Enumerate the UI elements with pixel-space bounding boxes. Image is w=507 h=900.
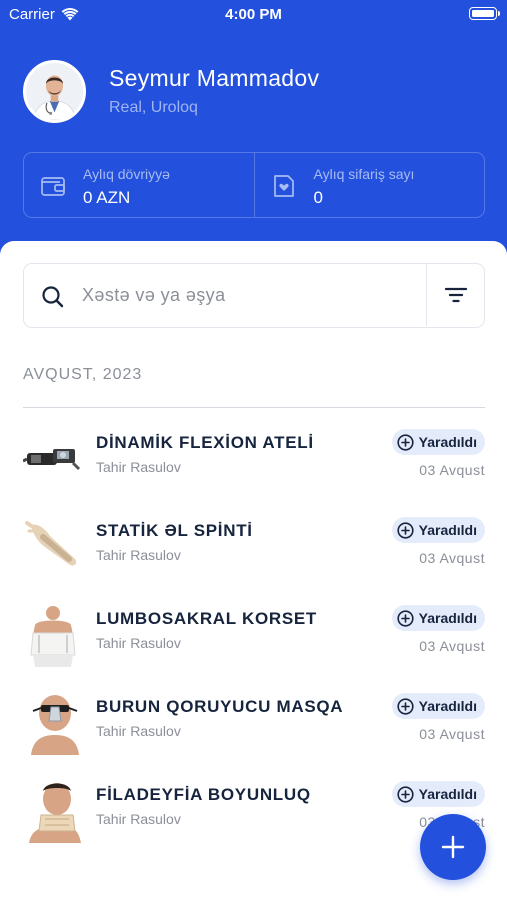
heart-document-icon — [273, 175, 294, 197]
item-patient: Tahir Rasulov — [96, 547, 181, 563]
product-image-lumbosacral-corset — [23, 605, 83, 667]
section-divider — [23, 407, 485, 408]
item-date: 03 Avqust — [419, 462, 485, 478]
item-patient: Tahir Rasulov — [96, 635, 181, 651]
status-badge: Yaradıldı — [391, 429, 485, 455]
status-label: Yaradıldı — [418, 522, 477, 538]
search-divider — [426, 264, 427, 326]
item-title: STATİK ƏL SPİNTİ — [96, 521, 253, 540]
product-image-cervical-collar — [23, 781, 83, 843]
item-title: FİLADEYFİA BOYUNLUQ — [96, 785, 311, 804]
status-bar: Carrier 4:00 PM — [0, 0, 507, 28]
search-icon — [42, 286, 64, 308]
status-badge: Yaradıldı — [391, 517, 485, 543]
item-date: 03 Avqust — [419, 638, 485, 654]
profile-role: Real, Uroloq — [109, 99, 198, 116]
item-patient: Tahir Rasulov — [96, 723, 181, 739]
order-list-item[interactable]: BURUN QORUYUCU MASQA Tahir Rasulov Yarad… — [0, 693, 507, 781]
stat-label: Aylıq dövriyyə — [83, 166, 170, 182]
status-label: Yaradıldı — [418, 698, 477, 714]
status-badge: Yaradıldı — [391, 605, 485, 631]
order-list-item[interactable]: DİNAMİK FLEXİON ATELİ Tahir Rasulov Yara… — [0, 429, 507, 517]
clock: 4:00 PM — [225, 6, 282, 23]
status-label: Yaradıldı — [418, 610, 477, 626]
search-bar[interactable]: Xəstə və ya əşya — [23, 263, 485, 328]
status-label: Yaradıldı — [418, 786, 477, 802]
item-title: LUMBOSAKRAL KORSET — [96, 609, 318, 628]
orders-sheet: Xəstə və ya əşya AVQUST, 2023 DİNAMİK FL… — [0, 241, 507, 900]
item-date: 03 Avqust — [419, 550, 485, 566]
search-input[interactable]: Xəstə və ya əşya — [82, 285, 225, 306]
stat-label: Aylıq sifariş sayı — [313, 166, 415, 182]
item-title: DİNAMİK FLEXİON ATELİ — [96, 433, 314, 452]
product-image-flexion-orthosis — [23, 429, 83, 491]
item-date: 03 Avqust — [419, 726, 485, 742]
month-section-title: AVQUST, 2023 — [23, 366, 143, 383]
item-patient: Tahir Rasulov — [96, 459, 181, 475]
stat-value: 0 AZN — [83, 188, 131, 207]
stat-value: 0 — [313, 188, 323, 207]
plus-circle-icon — [397, 785, 414, 803]
add-order-button[interactable] — [420, 814, 486, 880]
item-title: BURUN QORUYUCU MASQA — [96, 697, 344, 716]
plus-circle-icon — [397, 521, 414, 539]
product-image-nose-mask — [23, 693, 83, 755]
status-badge: Yaradıldı — [391, 781, 485, 807]
order-list-item[interactable]: STATİK ƏL SPİNTİ Tahir Rasulov Yaradıldı… — [0, 517, 507, 605]
monthly-turnover-stat: Aylıq dövriyyə 0 AZN — [24, 153, 254, 217]
doctor-avatar-image — [26, 63, 83, 120]
stats-card: Aylıq dövriyyə 0 AZN Aylıq sifariş sayı … — [23, 152, 485, 218]
plus-circle-icon — [397, 433, 414, 451]
monthly-orders-stat: Aylıq sifariş sayı 0 — [253, 153, 485, 217]
status-label: Yaradıldı — [418, 434, 477, 450]
battery-icon — [469, 7, 500, 20]
order-list-item[interactable]: LUMBOSAKRAL KORSET Tahir Rasulov Yaradıl… — [0, 605, 507, 693]
profile-name: Seymur Mammadov — [109, 65, 320, 91]
plus-icon — [441, 835, 465, 859]
product-image-hand-splint — [23, 517, 83, 579]
plus-circle-icon — [397, 609, 414, 627]
status-badge: Yaradıldı — [391, 693, 485, 719]
item-patient: Tahir Rasulov — [96, 811, 181, 827]
plus-circle-icon — [397, 697, 414, 715]
wallet-icon — [41, 177, 65, 196]
filter-icon[interactable] — [443, 284, 469, 306]
avatar[interactable] — [23, 60, 86, 123]
